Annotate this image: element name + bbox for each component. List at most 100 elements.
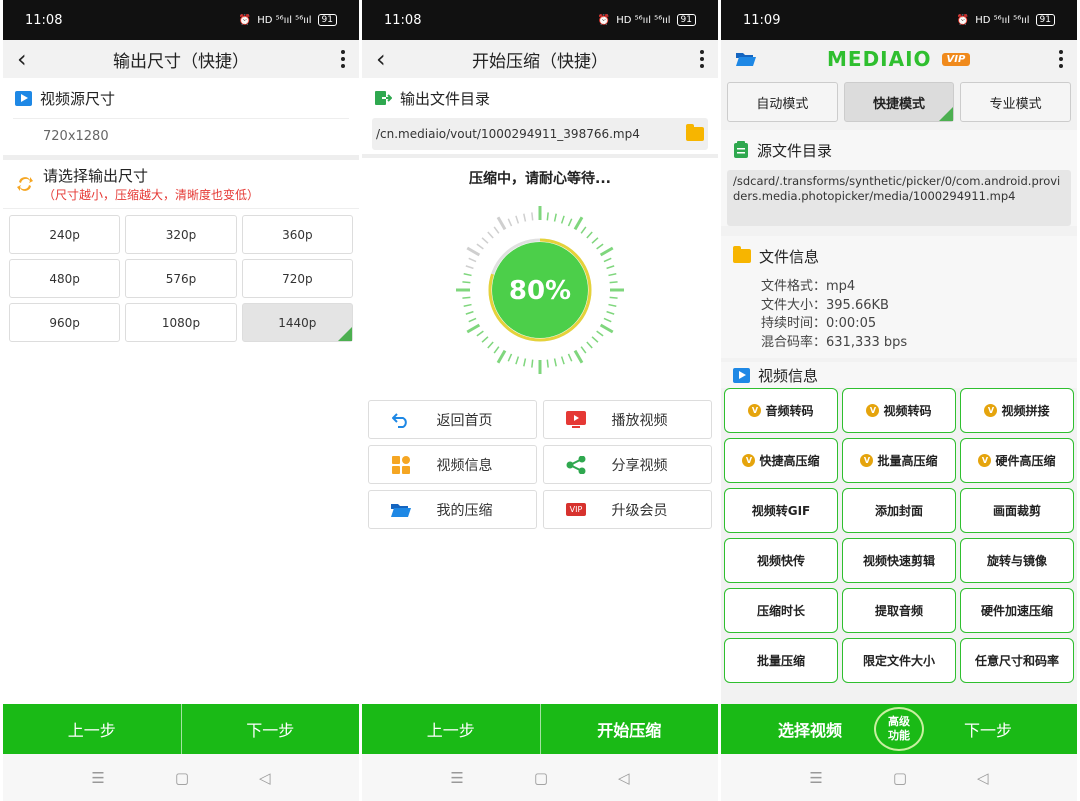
- feature-button[interactable]: 添加封面: [842, 488, 956, 533]
- size-option-button[interactable]: 960p: [9, 303, 121, 342]
- feature-button[interactable]: 旋转与镜像: [960, 538, 1074, 583]
- feature-button[interactable]: 画面裁剪: [960, 488, 1074, 533]
- mode-tabs: 自动模式 快捷模式 专业模式: [721, 78, 1077, 126]
- vip-badge[interactable]: VIP: [941, 52, 971, 66]
- folder-open-icon[interactable]: [735, 50, 757, 68]
- output-path-box[interactable]: /cn.mediaio/vout/1000294911_398766.mp4: [372, 118, 708, 150]
- dial-tick: [487, 231, 494, 239]
- nav-back-icon[interactable]: ◁: [977, 769, 989, 787]
- dial-tick: [606, 265, 615, 270]
- feature-button[interactable]: 视频转GIF: [724, 488, 838, 533]
- feature-button[interactable]: 硬件加速压缩: [960, 588, 1074, 633]
- more-icon[interactable]: [321, 50, 345, 68]
- dial-tick: [531, 212, 534, 221]
- feature-button[interactable]: V 视频转码: [842, 388, 956, 433]
- size-option-button[interactable]: 576p: [125, 259, 237, 298]
- home-icon[interactable]: ▢: [893, 769, 907, 787]
- back-icon[interactable]: ‹: [17, 45, 41, 73]
- mode-tab[interactable]: 专业模式: [960, 82, 1072, 122]
- dial-tick: [463, 273, 472, 277]
- status-time: 11:09: [743, 12, 781, 28]
- action-button[interactable]: VIP 升级会员: [543, 490, 712, 529]
- feature-button[interactable]: 提取音频: [842, 588, 956, 633]
- feature-button[interactable]: V 视频拼接: [960, 388, 1074, 433]
- more-icon[interactable]: [1039, 50, 1063, 68]
- source-dir-section: 源文件目录 /sdcard/.transforms/synthetic/pick…: [721, 130, 1077, 226]
- next-button[interactable]: 下一步: [180, 704, 360, 754]
- home-icon[interactable]: ▢: [175, 769, 189, 787]
- advanced-features-button[interactable]: 高级 功能: [874, 707, 924, 751]
- action-button[interactable]: 播放视频: [543, 400, 712, 439]
- size-option-button[interactable]: 480p: [9, 259, 121, 298]
- feature-button[interactable]: 任意尺寸和码率: [960, 638, 1074, 683]
- wait-text: 压缩中，请耐心等待...: [469, 171, 611, 187]
- feature-button[interactable]: V 批量高压缩: [842, 438, 956, 483]
- mode-tab[interactable]: 快捷模式: [843, 82, 955, 122]
- feature-label: 批量高压缩: [877, 454, 938, 468]
- page-title: 开始压缩（快捷）: [472, 51, 608, 72]
- feature-label: 限定文件大小: [862, 654, 935, 668]
- size-option-button[interactable]: 320p: [125, 215, 237, 254]
- nav-back-icon[interactable]: ◁: [259, 769, 271, 787]
- size-option-button[interactable]: 1080p: [125, 303, 237, 342]
- file-info-line: 混合码率：631,333 bps: [761, 334, 908, 350]
- action-button[interactable]: 分享视频: [543, 445, 712, 484]
- action-button[interactable]: 视频信息: [368, 445, 537, 484]
- menu-icon[interactable]: ☰: [91, 769, 104, 787]
- convert-icon: [17, 177, 33, 191]
- source-path-box[interactable]: /sdcard/.transforms/synthetic/picker/0/c…: [727, 170, 1071, 226]
- alarm-icon: ⏰: [956, 14, 970, 26]
- home-icon[interactable]: ▢: [534, 769, 548, 787]
- menu-icon[interactable]: ☰: [809, 769, 822, 787]
- feature-button[interactable]: 视频快速剪辑: [842, 538, 956, 583]
- prev-button[interactable]: 上一步: [362, 704, 540, 754]
- selected-check-icon: [939, 107, 954, 121]
- action-button[interactable]: 我的压缩: [368, 490, 537, 529]
- size-option-button[interactable]: 360p: [241, 215, 353, 254]
- action-button[interactable]: 返回首页: [368, 400, 537, 439]
- feature-label: 视频快速剪辑: [862, 554, 935, 568]
- feature-button[interactable]: 压缩时长: [724, 588, 838, 633]
- feature-label: 硬件加速压缩: [980, 604, 1053, 618]
- dial-tick: [468, 257, 477, 263]
- select-video-button[interactable]: 选择视频: [721, 704, 899, 754]
- feature-button[interactable]: 批量压缩: [724, 638, 838, 683]
- mode-tab[interactable]: 自动模式: [727, 82, 838, 122]
- feature-button[interactable]: 视频快传: [724, 538, 838, 583]
- dial-tick: [496, 349, 507, 364]
- dial-tick: [507, 218, 513, 227]
- vip-badge-icon: V: [742, 454, 756, 467]
- dial-tick: [580, 346, 587, 354]
- feature-button[interactable]: 限定文件大小: [842, 638, 956, 683]
- dial-tick: [560, 356, 565, 365]
- dial-tick: [466, 323, 481, 334]
- mode-tab-label: 自动模式: [756, 96, 809, 112]
- signal-icon: HD ⁵⁶ııl ⁵⁶ııl: [616, 14, 671, 26]
- feature-button[interactable]: V 快捷高压缩: [724, 438, 838, 483]
- signal-icon: HD ⁵⁶ııl ⁵⁶ııl: [975, 14, 1030, 26]
- feature-label: 视频拼接: [1001, 404, 1050, 418]
- menu-icon[interactable]: ☰: [450, 769, 463, 787]
- dial-tick: [466, 246, 481, 257]
- feature-button[interactable]: V 音频转码: [724, 388, 838, 433]
- video-info-header: 视频信息: [721, 362, 1077, 388]
- size-option-button[interactable]: 1440p: [241, 303, 353, 342]
- dial-tick: [462, 296, 471, 299]
- size-option-button[interactable]: 240p: [9, 215, 121, 254]
- prev-button[interactable]: 上一步: [3, 704, 181, 754]
- battery-icon: 91: [1035, 14, 1055, 26]
- nav-back-icon[interactable]: ◁: [618, 769, 630, 787]
- return-icon: [389, 412, 413, 428]
- next-button[interactable]: 下一步: [899, 704, 1077, 754]
- folder-icon[interactable]: [686, 124, 704, 141]
- dial-tick: [496, 216, 507, 231]
- start-compress-button[interactable]: 开始压缩: [539, 704, 719, 754]
- more-icon[interactable]: [680, 50, 704, 68]
- size-option-button[interactable]: 720p: [241, 259, 353, 298]
- file-info-label: 文件信息: [759, 247, 820, 266]
- feature-button[interactable]: V 硬件高压缩: [960, 438, 1074, 483]
- system-nav-bar: ☰ ▢ ◁: [3, 754, 359, 801]
- back-icon[interactable]: ‹: [376, 45, 400, 73]
- output-dir-header: 输出文件目录: [362, 78, 718, 118]
- status-time: 11:08: [384, 12, 422, 28]
